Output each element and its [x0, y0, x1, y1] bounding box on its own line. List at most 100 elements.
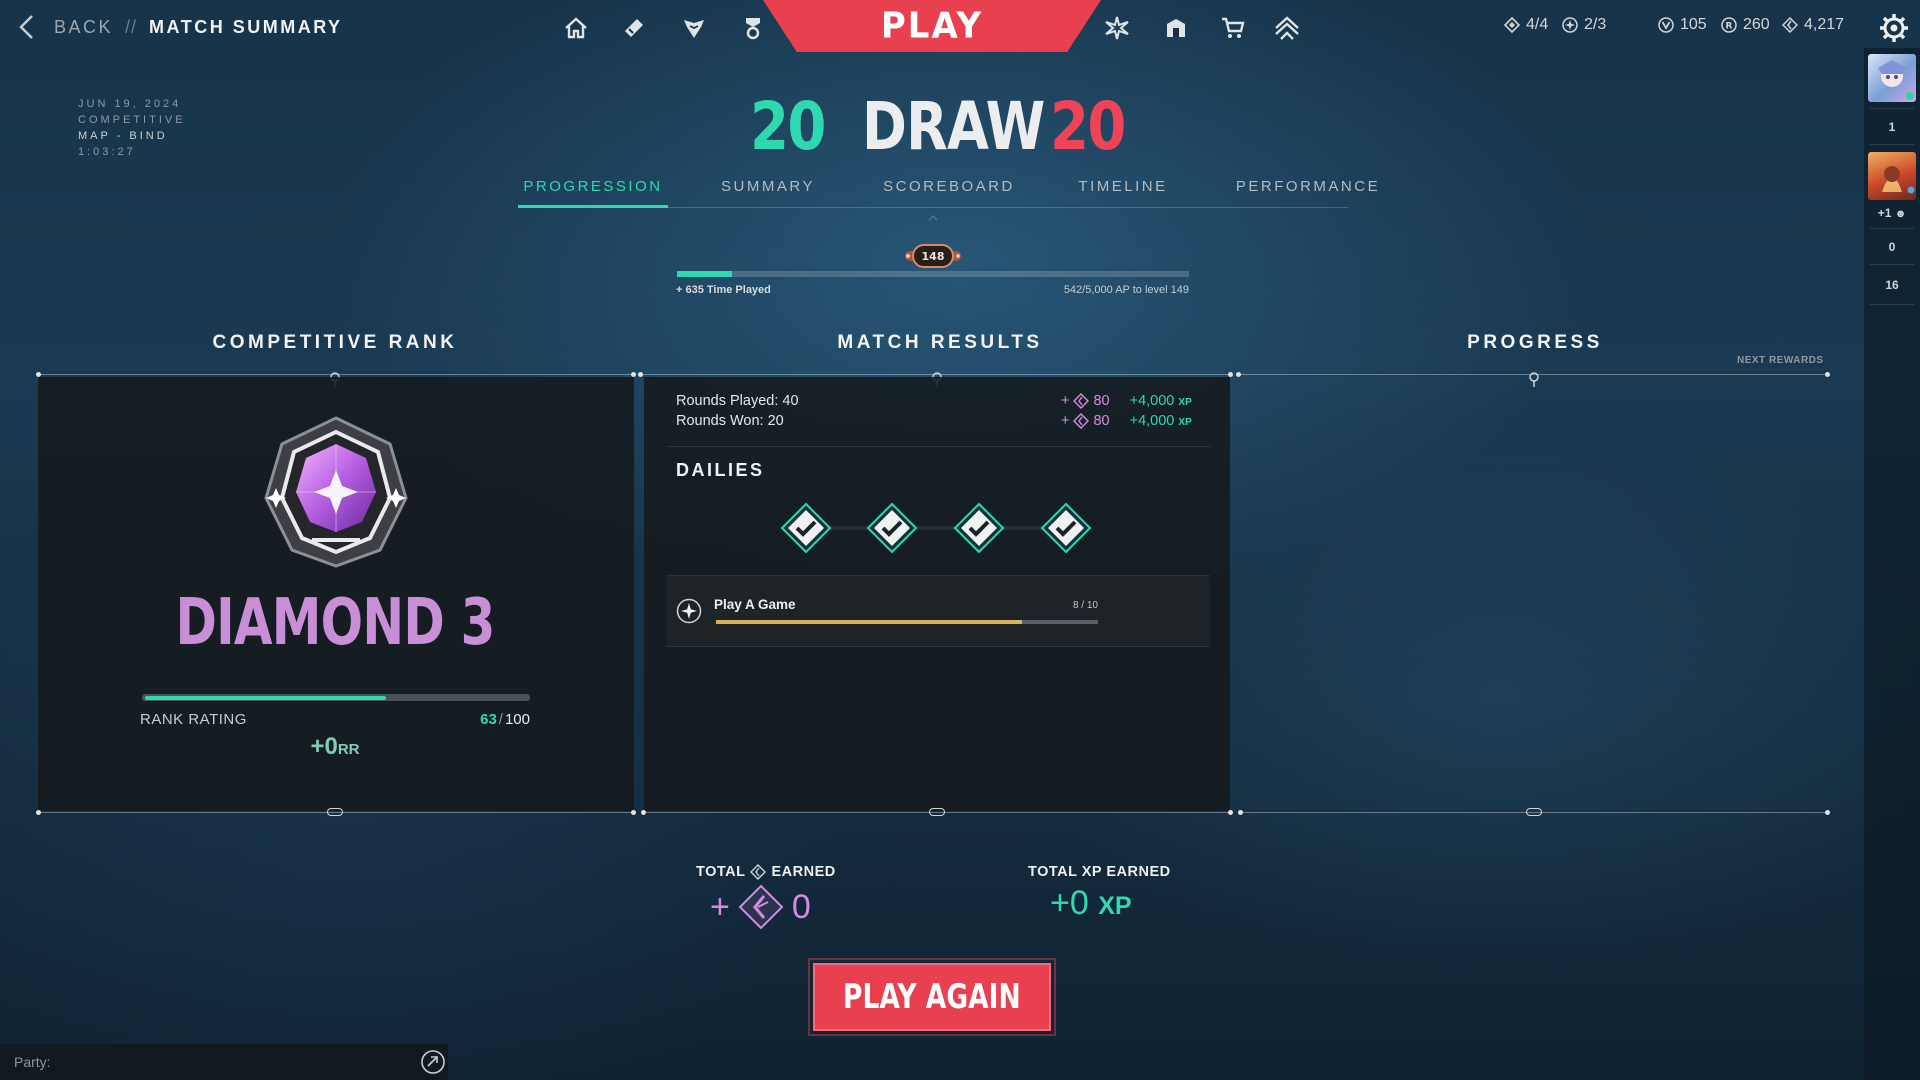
chat-send-icon[interactable] — [420, 1049, 446, 1075]
rounds-played: Rounds Played: 40 — [676, 393, 799, 409]
page-title: MATCH SUMMARY — [149, 16, 343, 37]
kingdom-credits-icon — [1073, 413, 1090, 429]
party-size-count: +1 — [1877, 206, 1892, 220]
frame-node — [1825, 810, 1830, 815]
total-kc-value: 0 — [791, 887, 811, 926]
level-progress-fill — [677, 271, 733, 277]
barracks-icon[interactable] — [1162, 14, 1190, 42]
rank-rating-current: 63 — [480, 711, 497, 728]
rank-rating-max: 100 — [504, 711, 530, 728]
strip-divider — [1870, 304, 1914, 305]
total-xp-earned: +0 XP — [1050, 884, 1132, 923]
kc-value: 80 — [1093, 413, 1110, 429]
frame-node — [1228, 810, 1233, 815]
rank-icon[interactable] — [1273, 14, 1301, 42]
weekly-icon — [1562, 17, 1578, 33]
settings-gear-icon[interactable] — [1879, 13, 1909, 43]
match-meta: JUN 19, 2024 COMPETITIVE MAP - BIND 1:03… — [78, 96, 186, 160]
dailies-counter[interactable]: 4/4 — [1504, 16, 1548, 34]
rank-name: DIAMOND 3 — [175, 586, 495, 660]
xp-reward: +4,000 XP — [1130, 393, 1192, 409]
competitive-rank-title: COMPETITIVE RANK — [212, 332, 458, 353]
store-icon[interactable] — [1219, 14, 1247, 42]
total-xp-earned-label: TOTAL XP EARNED — [1028, 864, 1171, 880]
xp-value: +4,000 — [1129, 413, 1175, 429]
match-map: MAP - BIND — [78, 130, 168, 142]
xp-reward: +4,000 XP — [1130, 413, 1192, 429]
vp-icon — [1658, 17, 1674, 33]
rr-gain-unit: RR — [337, 741, 360, 758]
kingdom-credits-counter[interactable]: 4,217 — [1782, 16, 1844, 34]
kingdom-credits-icon — [1073, 393, 1090, 409]
kc-prefix: + — [1061, 393, 1070, 409]
results-divider — [666, 446, 1210, 447]
career-icon[interactable] — [739, 14, 767, 42]
pin-marker-icon — [1529, 372, 1539, 387]
weekly-value: 2/3 — [1584, 16, 1607, 33]
mission-star-icon — [676, 598, 702, 624]
tab-scoreboard[interactable]: SCOREBOARD — [860, 178, 1038, 208]
total-kc-earned-label: TOTAL EARNED — [696, 864, 836, 880]
ap-to-next-level: 542/5,000 AP to level 149 — [1063, 284, 1189, 296]
total-xp-unit: XP — [1098, 892, 1132, 920]
account-level-badge: 148 — [905, 244, 961, 268]
party-chat-label: Party: — [14, 1054, 51, 1070]
daily-complete-check-icon — [1040, 502, 1092, 554]
team-score-right: 20 — [1050, 88, 1126, 165]
frame-node — [1236, 372, 1241, 377]
friend-avatar[interactable] — [1868, 152, 1916, 200]
radianite-counter[interactable]: R 260 — [1721, 16, 1770, 34]
svg-text:R: R — [1726, 22, 1733, 32]
kc-value: 80 — [1093, 393, 1110, 409]
top-bar: BACK // MATCH SUMMARY PLAY 4/4 2/3 105 R… — [0, 0, 1920, 56]
tab-progression[interactable]: PROGRESSION — [518, 178, 668, 208]
tab-performance[interactable]: PERFORMANCE — [1208, 178, 1408, 208]
agents-icon[interactable] — [680, 14, 708, 42]
frame-handle — [1526, 808, 1542, 816]
battlepass-icon[interactable] — [1103, 14, 1131, 42]
team-score-left: 20 — [750, 88, 826, 165]
rank-rating-value: 63/100 — [440, 711, 530, 728]
rounds-won-reward: + 80 +4,000 XP — [1061, 413, 1192, 429]
frame-handle — [929, 808, 945, 816]
back-label: BACK — [54, 16, 114, 37]
tab-timeline[interactable]: TIMELINE — [1048, 178, 1198, 208]
player-avatar[interactable] — [1868, 54, 1916, 102]
daily-complete-check-icon — [953, 502, 1005, 554]
radianite-icon: R — [1721, 17, 1737, 33]
time-played-ap: + 635 Time Played — [676, 284, 771, 296]
back-button[interactable]: BACK // MATCH SUMMARY — [18, 14, 343, 40]
weekly-counter[interactable]: 2/3 — [1562, 16, 1606, 34]
tab-summary[interactable]: SUMMARY — [688, 178, 848, 208]
friends-count: 16 — [1885, 278, 1899, 292]
rank-rating-fill — [145, 696, 386, 700]
daily-complete-check-icon — [780, 502, 832, 554]
social-strip: 1 +1 ☻ 0 16 — [1864, 48, 1920, 1080]
rr-gain-value: +0 — [310, 733, 338, 760]
party-chat-input[interactable]: Party: — [0, 1044, 448, 1080]
chevron-up-icon — [928, 215, 938, 221]
mission-progress-fill — [716, 620, 1022, 624]
xp-unit: XP — [1178, 397, 1192, 408]
frame-node — [1238, 810, 1243, 815]
vp-value: 105 — [1680, 16, 1707, 33]
collection-icon[interactable] — [620, 14, 648, 42]
party-size-indicator[interactable]: +1 ☻ — [1864, 206, 1920, 220]
play-label: PLAY — [880, 5, 984, 47]
total-kc-label-after: EARNED — [771, 864, 836, 880]
match-mode: COMPETITIVE — [78, 114, 186, 126]
rank-rating-label: RANK RATING — [140, 711, 247, 728]
radianite-value: 260 — [1743, 16, 1770, 33]
frame-node — [36, 810, 41, 815]
dailies-icon — [1504, 17, 1520, 33]
frame-handle — [327, 808, 343, 816]
player-avatar-art — [1878, 60, 1914, 100]
kingdom-credits-icon — [750, 864, 767, 880]
play-again-button[interactable]: PLAY AGAIN — [808, 958, 1056, 1036]
total-kc-earned: + 0 — [710, 884, 811, 930]
frame-node — [638, 372, 643, 377]
play-tab[interactable]: PLAY — [763, 0, 1101, 52]
home-icon[interactable] — [562, 14, 590, 42]
vp-counter[interactable]: 105 — [1658, 16, 1707, 34]
progress-title: PROGRESS — [1467, 332, 1603, 353]
